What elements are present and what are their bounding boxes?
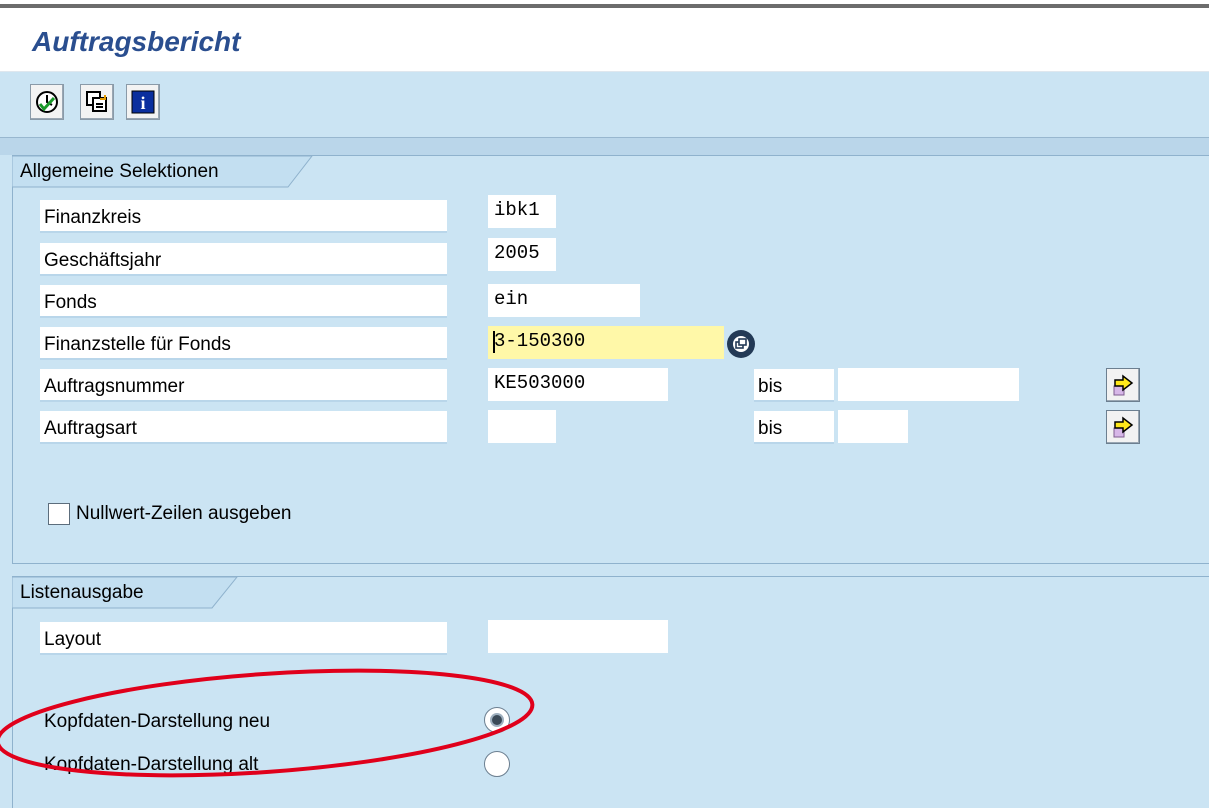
label-finanzstelle: Finanzstelle für Fonds xyxy=(40,327,447,360)
svg-text:i: i xyxy=(140,93,145,113)
nullwert-zeilen-checkbox[interactable] xyxy=(48,503,70,525)
layout-input[interactable] xyxy=(488,620,668,653)
execute-button[interactable] xyxy=(30,84,64,120)
label-layout: Layout xyxy=(40,622,447,655)
text-cursor xyxy=(493,331,495,353)
info-icon: i xyxy=(131,90,155,114)
label-geschaeftsjahr: Geschäftsjahr xyxy=(40,243,447,276)
radio-kopfdaten-alt[interactable] xyxy=(484,751,510,777)
radio-kopfdaten-alt-label: Kopfdaten-Darstellung alt xyxy=(44,754,259,775)
radio-kopfdaten-neu-label: Kopfdaten-Darstellung neu xyxy=(44,711,271,732)
application-toolbar xyxy=(0,72,1209,137)
auftragsart-from-input[interactable] xyxy=(488,410,556,443)
fonds-input[interactable]: ein xyxy=(488,284,640,317)
finanzstelle-input[interactable]: 3-150300 xyxy=(488,326,724,359)
auftragsart-to-input[interactable] xyxy=(838,410,908,443)
finanzkreis-input[interactable]: ibk1 xyxy=(488,195,556,228)
auftragsnummer-multiple-selection-button[interactable] xyxy=(1106,368,1140,402)
nullwert-zeilen-label: Nullwert-Zeilen ausgeben xyxy=(76,503,292,524)
info-button[interactable]: i xyxy=(126,84,160,120)
general-selections-tab: Allgemeine Selektionen xyxy=(12,156,322,188)
multiple-selection-arrow-icon xyxy=(1113,416,1134,438)
general-selections-title: Allgemeine Selektionen xyxy=(20,161,219,182)
window-top-edge xyxy=(0,0,1209,10)
list-output-title: Listenausgabe xyxy=(20,582,144,603)
page-title: Auftragsbericht xyxy=(32,26,241,57)
matchcode-button[interactable] xyxy=(727,330,755,358)
label-fonds: Fonds xyxy=(40,285,447,318)
copy-variant-icon xyxy=(86,91,107,112)
label-finanzkreis: Finanzkreis xyxy=(40,200,447,233)
geschaeftsjahr-input[interactable]: 2005 xyxy=(488,238,556,271)
auftragsnummer-to-input[interactable] xyxy=(838,368,1019,401)
toolbar-separator xyxy=(0,137,1209,155)
label-auftragsart-bis: bis xyxy=(754,411,834,444)
finanzstelle-value: 3-150300 xyxy=(494,330,586,352)
label-auftragsnummer: Auftragsnummer xyxy=(40,369,447,402)
label-auftragsart: Auftragsart xyxy=(40,411,447,444)
value-help-icon xyxy=(733,336,749,352)
auftragsart-multiple-selection-button[interactable] xyxy=(1106,410,1140,444)
radio-selected-dot xyxy=(492,715,502,725)
label-auftragsnummer-bis: bis xyxy=(754,369,834,402)
auftragsnummer-from-input[interactable]: KE503000 xyxy=(488,368,668,401)
multiple-selection-arrow-icon xyxy=(1113,374,1134,396)
radio-kopfdaten-neu[interactable] xyxy=(484,707,510,733)
get-variant-button[interactable] xyxy=(80,84,114,120)
execute-clock-icon xyxy=(36,91,58,113)
list-output-tab: Listenausgabe xyxy=(12,577,247,609)
